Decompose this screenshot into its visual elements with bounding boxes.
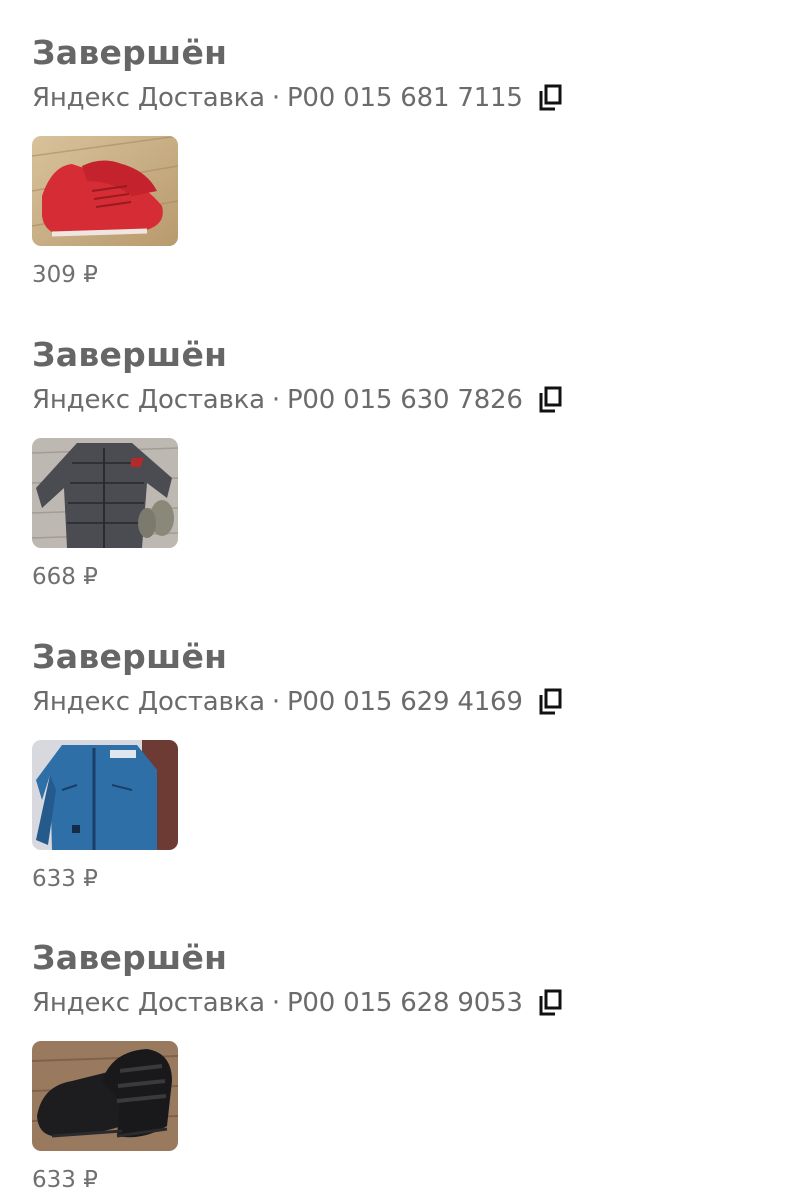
separator: · — [271, 988, 280, 1018]
copy-icon[interactable] — [537, 386, 563, 414]
order-status: Завершён — [32, 335, 228, 374]
carrier-name: Яндекс Доставка — [32, 687, 265, 717]
copy-icon[interactable] — [537, 989, 563, 1017]
blue-jacket-photo[interactable] — [32, 740, 178, 850]
order-price: 633 ₽ — [32, 1167, 98, 1193]
order-price: 668 ₽ — [32, 564, 98, 590]
tracking-number: P00 015 628 9053 — [286, 988, 523, 1018]
copy-icon[interactable] — [537, 688, 563, 716]
separator: · — [271, 83, 280, 113]
order-card[interactable]: Завершён Яндекс Доставка · P00 015 628 9… — [32, 935, 792, 1193]
order-list: Завершён Яндекс Доставка · P00 015 681 7… — [0, 0, 811, 1200]
carrier-name: Яндекс Доставка — [32, 83, 265, 113]
delivery-info: Яндекс Доставка · P00 015 629 4169 — [32, 682, 792, 722]
order-card[interactable]: Завершён Яндекс Доставка · P00 015 681 7… — [32, 30, 792, 288]
order-price: 633 ₽ — [32, 866, 98, 892]
order-price: 309 ₽ — [32, 262, 98, 288]
order-status: Завершён — [32, 637, 228, 676]
order-status: Завершён — [32, 33, 228, 72]
order-status: Завершён — [32, 938, 228, 977]
separator: · — [271, 385, 280, 415]
separator: · — [271, 687, 280, 717]
copy-icon[interactable] — [537, 84, 563, 112]
carrier-name: Яндекс Доставка — [32, 385, 265, 415]
gray-jacket-photo[interactable] — [32, 438, 178, 548]
black-shoes-photo[interactable] — [32, 1041, 178, 1151]
tracking-number: P00 015 681 7115 — [286, 83, 523, 113]
tracking-number: P00 015 629 4169 — [286, 687, 523, 717]
delivery-info: Яндекс Доставка · P00 015 628 9053 — [32, 983, 792, 1023]
delivery-info: Яндекс Доставка · P00 015 681 7115 — [32, 78, 792, 118]
tracking-number: P00 015 630 7826 — [286, 385, 523, 415]
order-card[interactable]: Завершён Яндекс Доставка · P00 015 630 7… — [32, 332, 792, 590]
red-sneakers-photo[interactable] — [32, 136, 178, 246]
delivery-info: Яндекс Доставка · P00 015 630 7826 — [32, 380, 792, 420]
order-card[interactable]: Завершён Яндекс Доставка · P00 015 629 4… — [32, 634, 792, 892]
carrier-name: Яндекс Доставка — [32, 988, 265, 1018]
